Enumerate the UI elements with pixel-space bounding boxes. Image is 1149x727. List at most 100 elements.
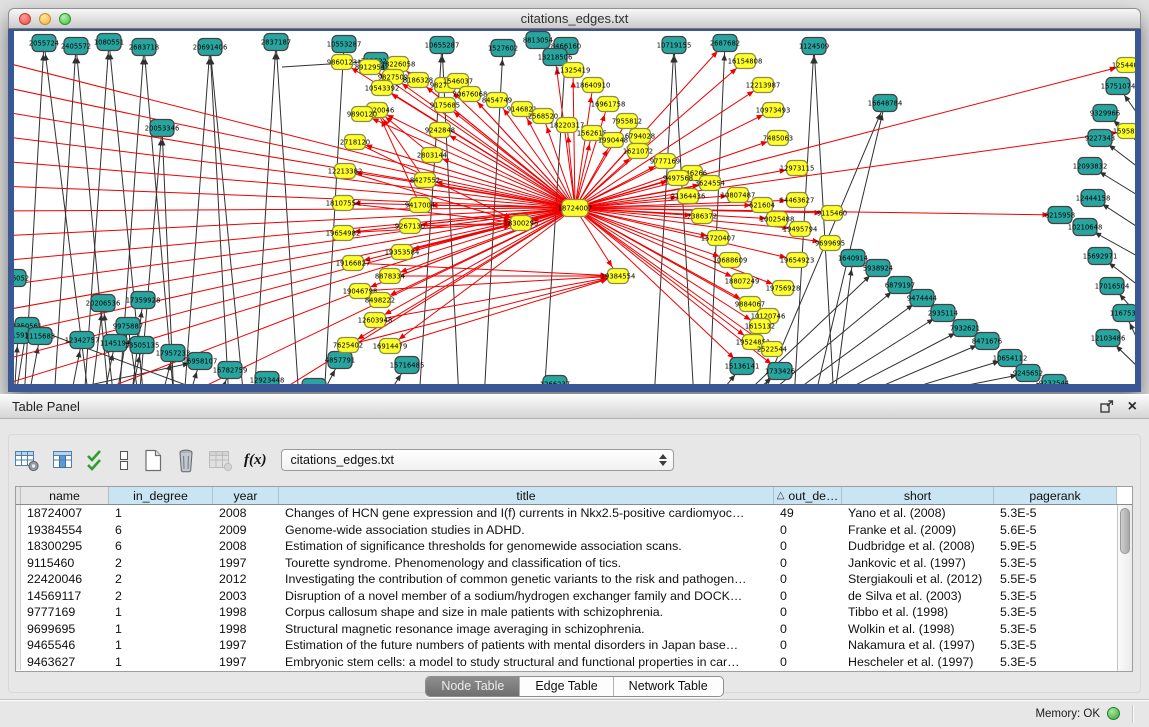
network-node[interactable]: 9474444 (907, 290, 937, 307)
tab-edge-table[interactable]: Edge Table (519, 677, 612, 696)
network-node[interactable]: 16961758 (591, 97, 626, 112)
network-node[interactable]: 18107554 (326, 196, 361, 211)
network-node[interactable]: 17359928 (126, 292, 161, 309)
network-node[interactable]: 19654923 (780, 253, 815, 268)
column-header-pagerank[interactable]: pagerank (994, 487, 1117, 504)
network-node[interactable]: 19166827 (336, 256, 371, 271)
network-node[interactable]: 1621072 (623, 144, 653, 159)
network-node[interactable]: 7485063 (763, 131, 793, 146)
network-node[interactable]: 15751074 (1101, 78, 1135, 95)
network-canvas[interactable]: 2055724240557210805512683718206914062837… (14, 31, 1135, 384)
network-node[interactable]: 7955812 (612, 114, 642, 129)
network-node[interactable]: 12973115 (780, 161, 815, 176)
network-node[interactable]: 12342757 (65, 332, 100, 349)
network-node[interactable]: 18640910 (576, 78, 611, 93)
network-node[interactable]: 15136141 (725, 358, 760, 375)
network-node[interactable]: 12213987 (746, 78, 781, 93)
network-node[interactable]: 9227343 (1085, 130, 1115, 147)
network-node[interactable]: 12603948 (358, 313, 393, 328)
tab-network-table[interactable]: Network Table (613, 677, 723, 696)
network-node[interactable]: 1527602 (488, 40, 518, 57)
column-header-out_de[interactable]: △out_de… (774, 487, 842, 504)
close-panel-icon[interactable]: × (1128, 400, 1137, 414)
column-header-year[interactable]: year (213, 487, 279, 504)
network-node[interactable]: 12093832 (1073, 158, 1108, 175)
network-node[interactable]: 19384554 (601, 269, 636, 284)
network-node[interactable]: 621604 (749, 198, 775, 213)
network-node[interactable]: 1266237 (540, 376, 570, 385)
window-titlebar[interactable]: citations_edges.txt (8, 8, 1141, 29)
tab-node-table[interactable]: Node Table (426, 677, 519, 696)
network-node[interactable]: 8215958 (1045, 207, 1075, 224)
network-node[interactable]: 1254409 (1112, 58, 1135, 73)
citation-network-graph[interactable]: 2055724240557210805512683718206914062837… (14, 31, 1135, 384)
network-node[interactable]: 2935114 (928, 305, 958, 322)
network-node[interactable]: 9860123 (327, 55, 357, 70)
table-row[interactable]: 977716911998Corpus callosum shape and si… (16, 604, 1132, 621)
network-node[interactable]: 16914479 (373, 339, 408, 354)
network-node[interactable]: 1733426 (765, 363, 795, 380)
table-row[interactable]: 1456911722003Disruption of a novel membe… (16, 588, 1132, 605)
network-node[interactable]: 1115683 (25, 328, 55, 345)
table-row[interactable]: 946554611997Estimation of the future num… (16, 637, 1132, 654)
column-header-short[interactable]: short (842, 487, 994, 504)
column-header-title[interactable]: title (279, 487, 774, 504)
network-node[interactable]: 9267130 (395, 219, 425, 234)
network-node[interactable]: 10025488 (760, 212, 795, 227)
network-node[interactable]: 1124509 (799, 38, 829, 55)
column-pair-icon[interactable] (117, 449, 131, 472)
network-node[interactable]: 9699695 (815, 236, 845, 251)
network-node[interactable]: 8878334 (375, 269, 405, 284)
network-node[interactable]: 12444158 (1076, 190, 1111, 207)
network-node[interactable]: 15720407 (701, 231, 736, 246)
network-node[interactable]: 7625402 (333, 338, 363, 353)
table-row[interactable]: 1830029562008Estimation of significance … (16, 538, 1132, 555)
network-node[interactable]: 2055724 (29, 35, 59, 52)
scrollbar-thumb[interactable] (1120, 508, 1130, 554)
network-node[interactable]: 7932621 (950, 320, 980, 337)
network-node[interactable]: 8471676 (972, 333, 1002, 350)
network-node[interactable]: 14463627 (780, 193, 815, 208)
network-node[interactable]: 9115460 (817, 206, 847, 221)
network-node[interactable]: 12103486 (1091, 330, 1126, 347)
create-table-icon[interactable] (142, 448, 164, 473)
network-node[interactable]: 16154808 (728, 54, 763, 69)
network-node[interactable]: 2837187 (261, 34, 291, 51)
network-node[interactable]: 10719155 (657, 37, 692, 54)
column-header-in_degree[interactable]: in_degree (109, 487, 213, 504)
network-node[interactable]: 9186902 (299, 379, 329, 385)
network-node[interactable]: 10807487 (721, 188, 756, 203)
function-builder-icon[interactable]: f(x) (244, 452, 267, 469)
network-node[interactable]: 10655287 (425, 37, 460, 54)
table-row[interactable]: 969969511998Structural magnetic resonanc… (16, 621, 1132, 638)
network-node[interactable]: 16648784 (868, 95, 903, 112)
column-header-name[interactable]: name (21, 487, 109, 504)
network-node[interactable]: 15692971 (1083, 248, 1118, 265)
network-node[interactable]: 10553287 (327, 36, 362, 53)
table-row[interactable]: 1872400712008Changes of HCN gene express… (16, 505, 1132, 522)
table-selector[interactable]: citations_edges.txt (281, 449, 674, 471)
vertical-scrollbar[interactable] (1117, 505, 1132, 671)
network-node[interactable]: 1640914 (838, 250, 868, 267)
network-node[interactable]: 2626052 (14, 270, 29, 287)
network-node[interactable]: 12213382 (328, 164, 363, 179)
network-node[interactable]: 2405572 (61, 38, 91, 55)
network-node[interactable]: 12923448 (250, 372, 285, 385)
network-node[interactable]: 19495794 (783, 222, 818, 237)
network-node[interactable]: 16782759 (213, 362, 248, 379)
network-node[interactable]: 1080551 (94, 34, 124, 51)
network-node[interactable]: 20691406 (193, 39, 228, 56)
table-settings-icon[interactable] (14, 449, 40, 472)
show-column-icon[interactable] (51, 449, 75, 472)
delete-table-icon[interactable] (175, 448, 197, 473)
network-node[interactable]: 17016504 (1095, 278, 1130, 295)
float-panel-icon[interactable] (1100, 400, 1114, 413)
network-node[interactable]: 2687682 (710, 35, 740, 52)
network-node[interactable]: 9232544 (1039, 375, 1069, 385)
table-row[interactable]: 911546021997Tourette syndrome. Phenomeno… (16, 555, 1132, 572)
table-row[interactable]: 2242004622012Investigating the contribut… (16, 571, 1132, 588)
network-node[interactable]: 4857791 (325, 352, 355, 369)
network-node[interactable]: 1167533 (1110, 305, 1135, 322)
network-node[interactable]: 8813054 (523, 32, 553, 49)
network-node[interactable]: 9242848 (425, 123, 455, 138)
